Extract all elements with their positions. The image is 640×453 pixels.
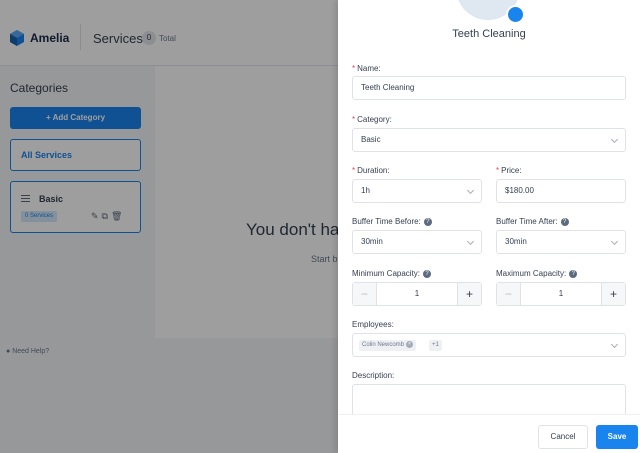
required-marker: * xyxy=(352,64,356,73)
category-select[interactable]: Basic xyxy=(352,128,626,152)
close-icon[interactable]: × xyxy=(406,340,414,348)
buffer-before-value: 30min xyxy=(361,237,383,246)
required-marker: * xyxy=(496,166,500,175)
avatar-upload-icon[interactable] xyxy=(506,5,525,24)
min-capacity-label: Minimum Capacity:? xyxy=(352,269,432,278)
employee-tag: Colin Newcomb × xyxy=(359,340,417,351)
chevron-down-icon xyxy=(610,340,619,349)
price-label: * Price: xyxy=(496,166,522,175)
buffer-after-select[interactable]: 30min xyxy=(496,230,626,254)
help-icon[interactable]: ? xyxy=(560,217,569,226)
category-label: * Category: xyxy=(352,115,392,124)
help-icon[interactable]: ? xyxy=(569,269,578,278)
chevron-down-icon xyxy=(610,135,619,144)
cancel-button[interactable]: Cancel xyxy=(538,425,588,449)
save-button[interactable]: Save xyxy=(596,425,638,449)
required-marker: * xyxy=(352,166,356,175)
category-select-value: Basic xyxy=(361,135,381,144)
employees-select[interactable]: Colin Newcomb × +1 xyxy=(352,333,626,357)
min-capacity-stepper[interactable]: − 1 + xyxy=(352,282,482,306)
chevron-down-icon xyxy=(466,237,475,246)
decrement-button[interactable]: − xyxy=(497,283,521,305)
chevron-down-icon xyxy=(466,186,475,195)
name-label: * Name: xyxy=(352,64,381,73)
required-marker: * xyxy=(352,115,356,124)
name-input[interactable]: Teeth Cleaning xyxy=(352,76,626,100)
min-capacity-value[interactable]: 1 xyxy=(377,283,457,305)
description-label: Description: xyxy=(352,371,395,380)
duration-label: * Duration: xyxy=(352,166,390,175)
dialog-footer: Cancel Save xyxy=(338,414,640,453)
dialog-title: Teeth Cleaning xyxy=(452,28,526,40)
chevron-down-icon xyxy=(610,237,619,246)
help-icon[interactable]: ? xyxy=(423,269,432,278)
help-icon[interactable]: ? xyxy=(423,217,432,226)
buffer-before-select[interactable]: 30min xyxy=(352,230,482,254)
max-capacity-stepper[interactable]: − 1 + xyxy=(496,282,626,306)
employees-label: Employees: xyxy=(352,320,394,329)
increment-button[interactable]: + xyxy=(457,283,481,305)
duration-select[interactable]: 1h xyxy=(352,179,482,203)
increment-button[interactable]: + xyxy=(601,283,625,305)
more-employees-tag: +1 xyxy=(429,340,442,351)
max-capacity-label: Maximum Capacity:? xyxy=(496,269,578,278)
buffer-before-label: Buffer Time Before:? xyxy=(352,217,432,226)
buffer-after-label: Buffer Time After:? xyxy=(496,217,569,226)
buffer-after-value: 30min xyxy=(505,237,527,246)
duration-select-value: 1h xyxy=(361,186,370,195)
service-dialog: Teeth Cleaning * Name: Teeth Cleaning * Ca… xyxy=(338,0,640,453)
max-capacity-value[interactable]: 1 xyxy=(521,283,601,305)
decrement-button[interactable]: − xyxy=(353,283,377,305)
price-input[interactable]: $180.00 xyxy=(496,179,626,203)
